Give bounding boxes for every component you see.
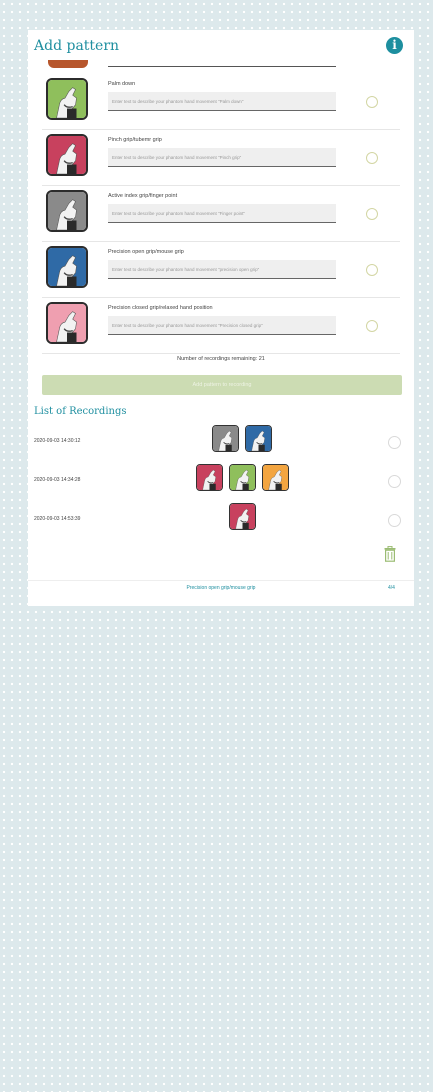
recording-pattern-thumbnail bbox=[228, 464, 256, 491]
pattern-row: Precision closed grip/relaxed hand posit… bbox=[28, 298, 414, 354]
pattern-thumbnail bbox=[46, 190, 88, 232]
pattern-select-radio[interactable] bbox=[366, 208, 378, 220]
footer-divider bbox=[28, 580, 414, 581]
pattern-select-radio[interactable] bbox=[366, 320, 378, 332]
pattern-name: Precision closed grip/relaxed hand posit… bbox=[108, 305, 213, 311]
recording-row[interactable]: 2020-09-03 14:34:28 bbox=[28, 464, 414, 498]
recording-select-radio[interactable] bbox=[388, 475, 401, 488]
pattern-thumbnail bbox=[46, 134, 88, 176]
recordings-remaining: Number of recordings remaining: 21 bbox=[177, 356, 265, 362]
previous-pattern-thumbnail bbox=[48, 60, 88, 68]
pattern-description-input[interactable]: Enter text to describe your phantom hand… bbox=[108, 260, 336, 279]
pattern-description-input[interactable]: Enter text to describe your phantom hand… bbox=[108, 148, 336, 167]
pattern-row: Precision open grip/mouse grip Enter text… bbox=[28, 242, 414, 298]
page-title: Add pattern bbox=[34, 38, 120, 54]
pattern-row: Active index grip/finger point Enter text… bbox=[28, 186, 414, 242]
row-divider bbox=[42, 353, 400, 354]
pattern-select-radio[interactable] bbox=[366, 152, 378, 164]
recordings-title: List of Recordings bbox=[34, 406, 127, 417]
footer-pattern-link[interactable]: Precision open grip/mouse grip bbox=[28, 585, 414, 591]
trash-icon[interactable] bbox=[384, 546, 396, 562]
pattern-description-input[interactable]: Enter text to describe your phantom hand… bbox=[108, 316, 336, 335]
pattern-name: Active index grip/finger point bbox=[108, 193, 178, 199]
pattern-name: Palm down bbox=[108, 81, 136, 87]
previous-pattern-field-underline bbox=[108, 66, 336, 67]
recording-timestamp: 2020-09-03 14:30:12 bbox=[34, 438, 81, 444]
recording-row[interactable]: 2020-09-03 14:30:12 bbox=[28, 425, 414, 459]
pattern-row: Pinch grip/tubemr grip Enter text to desc… bbox=[28, 130, 414, 186]
pattern-description-input[interactable]: Enter text to describe your phantom hand… bbox=[108, 92, 336, 111]
recording-pattern-thumbnail bbox=[245, 425, 272, 452]
recording-row[interactable]: 2020-09-03 14:53:39 bbox=[28, 503, 414, 537]
footer-page-indicator: 4/4 bbox=[388, 585, 395, 591]
recording-select-radio[interactable] bbox=[388, 514, 401, 527]
pattern-select-radio[interactable] bbox=[366, 96, 378, 108]
pattern-select-radio[interactable] bbox=[366, 264, 378, 276]
add-pattern-panel: Add pattern i Palm down Enter text to des… bbox=[28, 30, 414, 606]
recording-select-radio[interactable] bbox=[388, 436, 401, 449]
pattern-description-input[interactable]: Enter text to describe your phantom hand… bbox=[108, 204, 336, 223]
pattern-name: Pinch grip/tubemr grip bbox=[108, 137, 162, 143]
pattern-name: Precision open grip/mouse grip bbox=[108, 249, 184, 255]
add-pattern-button[interactable]: Add pattern to recording bbox=[42, 375, 402, 395]
recording-pattern-thumbnail bbox=[261, 464, 289, 491]
recording-pattern-thumbnail bbox=[212, 425, 239, 452]
pattern-thumbnail bbox=[46, 302, 88, 344]
pattern-row: Palm down Enter text to describe your pha… bbox=[28, 74, 414, 130]
recording-timestamp: 2020-09-03 14:53:39 bbox=[34, 516, 81, 522]
recording-timestamp: 2020-09-03 14:34:28 bbox=[34, 477, 81, 483]
pattern-thumbnail bbox=[46, 78, 88, 120]
recording-pattern-thumbnail bbox=[228, 503, 256, 530]
pattern-thumbnail bbox=[46, 246, 88, 288]
recording-pattern-thumbnail bbox=[195, 464, 223, 491]
info-icon[interactable]: i bbox=[386, 37, 403, 54]
